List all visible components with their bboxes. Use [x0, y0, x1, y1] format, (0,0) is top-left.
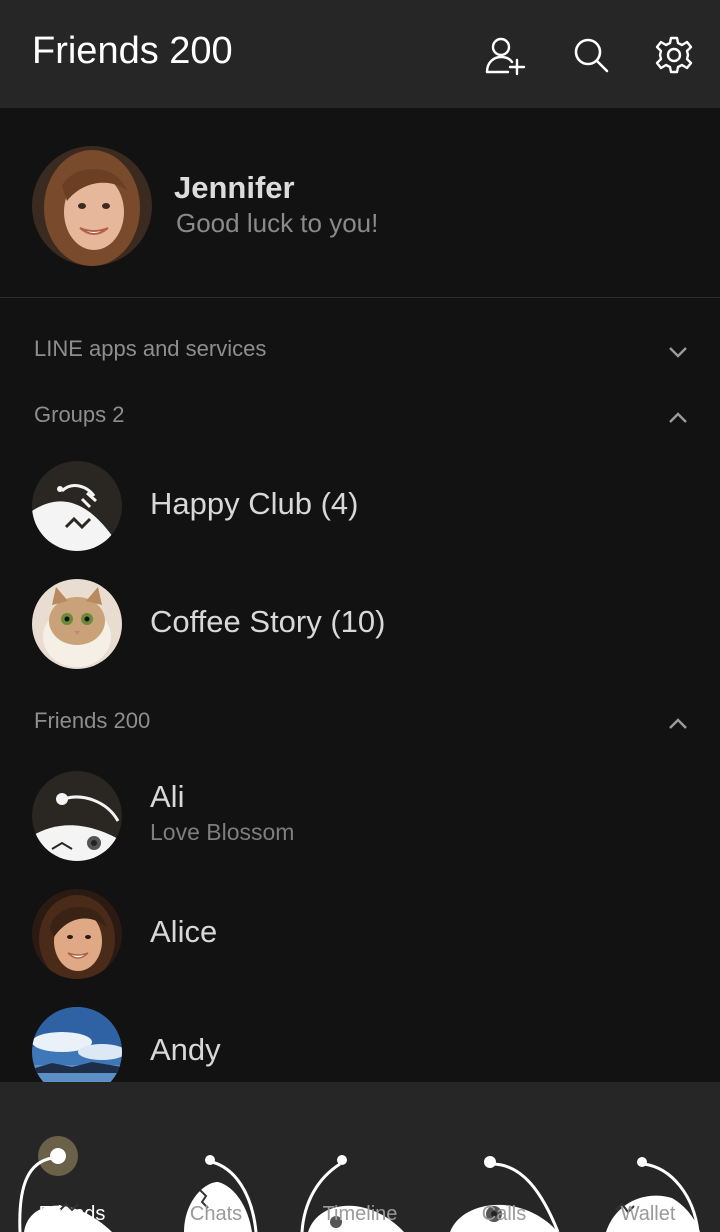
- friend-name: Alice: [150, 914, 218, 949]
- profile-status-message: Good luck to you!: [176, 208, 379, 238]
- group-row-coffee-story[interactable]: Coffee Story (10): [0, 569, 720, 679]
- group-row-happy-club[interactable]: Happy Club (4): [0, 451, 720, 561]
- tab-timeline-label: Timeline: [322, 1203, 398, 1225]
- chevron-up-icon: [669, 412, 687, 423]
- section-apps-label: LINE apps and services: [34, 336, 267, 361]
- friend-name: Ali: [150, 779, 185, 814]
- group-avatar: [32, 461, 122, 551]
- add-friend-icon[interactable]: [484, 34, 526, 76]
- friend-avatar: [32, 889, 122, 979]
- chevron-up-icon: [669, 718, 687, 729]
- friend-avatar: [32, 771, 122, 861]
- tab-wallet[interactable]: Wallet: [576, 1082, 720, 1232]
- tab-friends[interactable]: Friends: [0, 1082, 144, 1232]
- group-name: Happy Club (4): [150, 486, 359, 521]
- profile-name: Jennifer: [174, 170, 295, 205]
- tab-wallet-label: Wallet: [620, 1203, 676, 1225]
- friend-status-message: Love Blossom: [150, 819, 295, 845]
- section-friends[interactable]: Friends 200: [0, 698, 720, 748]
- tab-friends-label: Friends: [38, 1203, 106, 1225]
- tab-calls-label: Calls: [481, 1203, 527, 1225]
- section-apps-services[interactable]: LINE apps and services: [0, 326, 720, 376]
- friend-row-ali[interactable]: Ali Love Blossom: [0, 761, 720, 871]
- section-groups[interactable]: Groups 2: [0, 392, 720, 442]
- search-icon[interactable]: [570, 34, 612, 76]
- settings-gear-icon[interactable]: [653, 34, 695, 76]
- tab-chats-label: Chats: [189, 1203, 243, 1225]
- tab-calls[interactable]: Calls: [432, 1082, 576, 1232]
- profile-avatar: [32, 146, 152, 266]
- section-groups-label: Groups 2: [34, 402, 125, 427]
- my-profile-row[interactable]: Jennifer Good luck to you!: [0, 108, 720, 298]
- friend-name: Andy: [150, 1032, 221, 1067]
- page-title: Friends 200: [32, 30, 233, 72]
- section-friends-label: Friends 200: [34, 708, 151, 733]
- tab-chats[interactable]: Chats: [144, 1082, 288, 1232]
- group-avatar: [32, 579, 122, 669]
- friend-row-alice[interactable]: Alice: [0, 879, 720, 989]
- header-bar: Friends 200: [0, 0, 720, 108]
- tab-timeline[interactable]: Timeline: [288, 1082, 432, 1232]
- bottom-tab-bar: Friends Chats Timeline Calls Wallet: [0, 1082, 720, 1232]
- chevron-down-icon: [669, 347, 687, 358]
- group-name: Coffee Story (10): [150, 604, 386, 639]
